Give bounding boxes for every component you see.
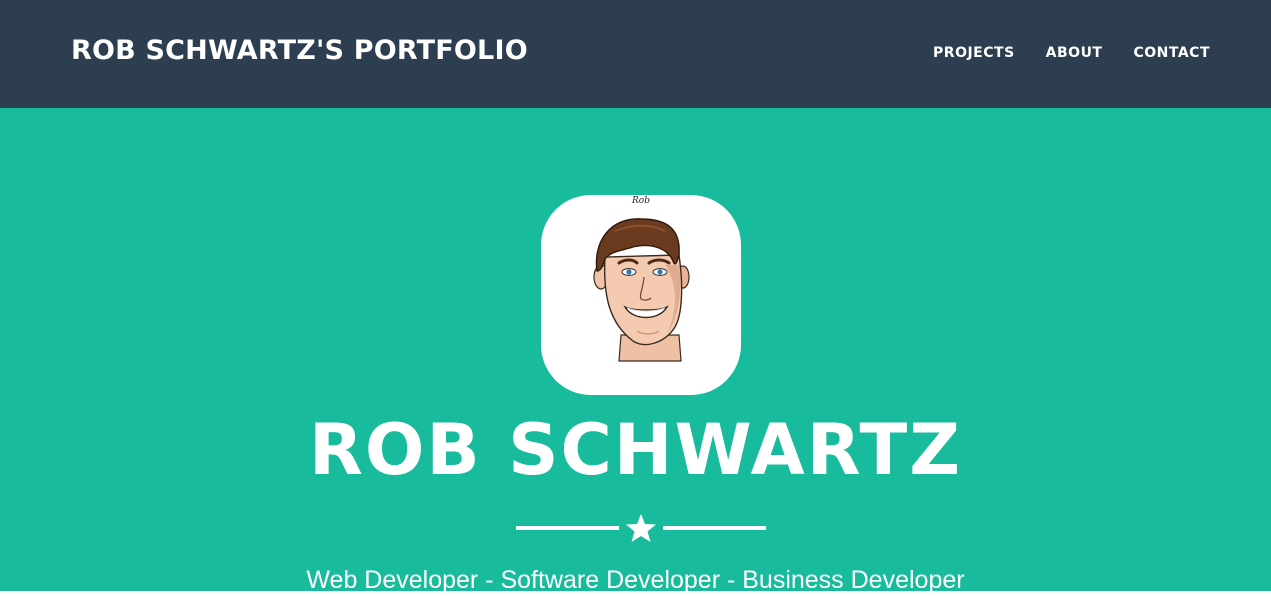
hero-tagline: Web Developer - Software Developer - Bus… xyxy=(306,566,965,594)
profile-avatar: Rob xyxy=(541,195,741,395)
star-icon xyxy=(626,514,656,542)
star-divider xyxy=(516,513,766,543)
hero-section: Rob ROB SCHWARTZ Web Developer - Softwar… xyxy=(0,108,1271,594)
nav-link-projects[interactable]: PROJECTS xyxy=(933,42,1015,64)
cartoon-portrait-icon: Rob xyxy=(593,196,690,362)
top-navbar: ROB SCHWARTZ'S PORTFOLIO PROJECTS ABOUT … xyxy=(0,0,1271,108)
divider-line-right xyxy=(663,526,766,530)
nav-links: PROJECTS ABOUT CONTACT xyxy=(933,42,1210,64)
hero-name: ROB SCHWARTZ xyxy=(308,409,962,491)
divider-line-left xyxy=(516,526,619,530)
nav-link-contact[interactable]: CONTACT xyxy=(1133,42,1210,64)
avatar-caption: Rob xyxy=(631,196,650,206)
nav-link-about[interactable]: ABOUT xyxy=(1046,42,1103,64)
brand-link[interactable]: ROB SCHWARTZ'S PORTFOLIO xyxy=(71,33,528,69)
